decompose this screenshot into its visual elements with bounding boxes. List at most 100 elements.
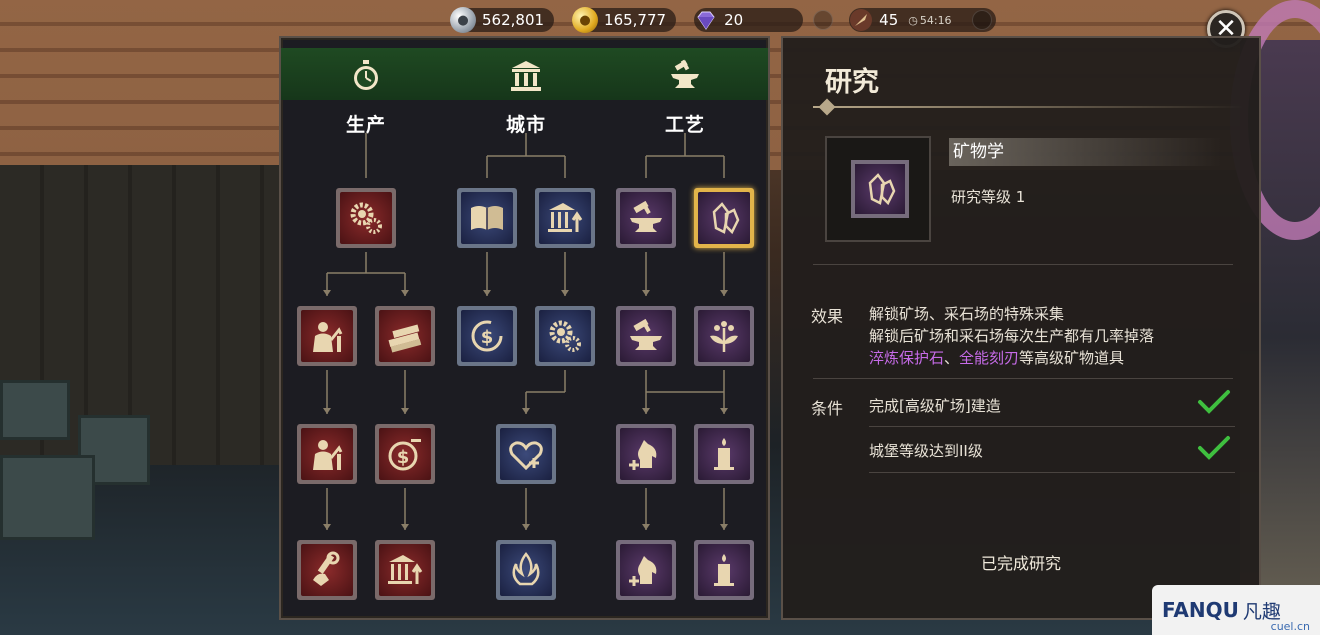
clock-icon: ◷ bbox=[908, 13, 918, 27]
watermark-logo: FANQU 凡趣 cuel.cn bbox=[1152, 585, 1320, 635]
check-icon bbox=[1198, 390, 1230, 414]
crystal-icon bbox=[868, 173, 896, 206]
gears-icon bbox=[350, 202, 382, 234]
flame-icon bbox=[512, 551, 540, 586]
candle-icon bbox=[714, 438, 734, 470]
building-upgrade-icon bbox=[548, 203, 583, 232]
worker-growth-icon bbox=[313, 440, 343, 470]
add-gem-icon[interactable] bbox=[813, 10, 834, 30]
research-node-book[interactable] bbox=[457, 188, 517, 248]
energy-timer: ◷ 54:16 bbox=[908, 14, 951, 27]
wrench-hand-icon bbox=[313, 551, 340, 586]
effect-item-1: 淬炼保护石 bbox=[869, 349, 945, 367]
gem-icon bbox=[697, 11, 715, 30]
research-node-mineralogy[interactable] bbox=[694, 188, 754, 248]
effect-description: 解锁矿场、采石场的特殊采集 解锁后矿场和采石场每次生产都有几率掉落 淬炼保护石、… bbox=[869, 303, 1239, 369]
effect-line-3-tail: 等高级矿物道具 bbox=[1019, 349, 1125, 367]
research-node-worker-growth[interactable] bbox=[297, 306, 357, 366]
panel-title: 研究 bbox=[825, 67, 879, 98]
watermark-domain: cuel.cn bbox=[1270, 620, 1310, 633]
research-name: 矿物学 bbox=[949, 138, 1221, 166]
effect-separator: 、 bbox=[944, 349, 960, 367]
category-label-production: 生产 bbox=[345, 114, 386, 136]
candle-icon bbox=[714, 554, 734, 586]
book-icon bbox=[471, 206, 503, 230]
research-node-herb[interactable] bbox=[694, 306, 754, 366]
research-node-heart[interactable] bbox=[496, 424, 556, 484]
silver-coin-icon: ● bbox=[450, 7, 476, 33]
svg-text:$: $ bbox=[481, 327, 494, 348]
research-node-coin-minus[interactable]: $ bbox=[375, 424, 435, 484]
research-node-knight[interactable] bbox=[616, 424, 676, 484]
category-craft[interactable]: 工艺 bbox=[640, 58, 730, 137]
research-level: 研究等级 1 bbox=[951, 188, 1026, 206]
add-energy-icon[interactable] bbox=[971, 10, 992, 30]
research-node-flame[interactable] bbox=[496, 540, 556, 600]
effect-line-3: 淬炼保护石、全能刻刃等高级矿物道具 bbox=[869, 347, 1239, 369]
background-crate bbox=[0, 380, 70, 440]
herb-icon bbox=[710, 321, 738, 352]
anvil-icon bbox=[671, 59, 699, 88]
research-node-candle-2[interactable] bbox=[694, 540, 754, 600]
effect-line-2: 解锁后矿场和采石场每次生产都有几率掉落 bbox=[869, 327, 1155, 345]
research-node-building-up[interactable] bbox=[375, 540, 435, 600]
divider bbox=[813, 264, 1233, 265]
research-status: 已完成研究 bbox=[980, 554, 1061, 573]
research-node-timber[interactable] bbox=[375, 306, 435, 366]
quill-icon bbox=[850, 9, 873, 31]
research-icon-frame bbox=[825, 136, 931, 242]
effect-line-1: 解锁矿场、采石场的特殊采集 bbox=[869, 305, 1065, 323]
research-node-candle[interactable] bbox=[694, 424, 754, 484]
energy-value: 45 bbox=[879, 11, 899, 29]
building-upgrade-icon bbox=[388, 555, 423, 584]
timer-value: 54:16 bbox=[919, 13, 952, 27]
research-node-city-gears[interactable] bbox=[535, 306, 595, 366]
research-node-knight-2[interactable] bbox=[616, 540, 676, 600]
crystal-icon bbox=[712, 202, 740, 235]
gem-counter[interactable]: 20 bbox=[694, 8, 804, 32]
divider bbox=[869, 426, 1235, 427]
background-crate bbox=[0, 455, 95, 540]
research-node-coin-cycle[interactable]: $ bbox=[457, 306, 517, 366]
research-node-worker-growth-2[interactable] bbox=[297, 424, 357, 484]
coin-minus-icon: $ bbox=[388, 439, 421, 471]
category-city[interactable]: 城市 bbox=[481, 58, 571, 137]
research-tree-panel: 生产 城市 工艺 $ $ bbox=[279, 36, 770, 620]
gold-coin-icon: ● bbox=[572, 7, 599, 33]
silver-counter[interactable]: ● 562,801 bbox=[450, 7, 555, 33]
check-icon bbox=[1198, 436, 1230, 460]
divider bbox=[869, 472, 1235, 473]
anvil-icon bbox=[630, 200, 662, 232]
title-ornament-icon bbox=[818, 98, 836, 116]
knight-plus-icon bbox=[629, 440, 657, 470]
research-node-anvil-2[interactable] bbox=[616, 306, 676, 366]
research-node-gears[interactable] bbox=[336, 188, 396, 248]
silver-value: 562,801 bbox=[482, 11, 545, 29]
svg-text:$: $ bbox=[397, 447, 410, 468]
effect-item-2: 全能刻刃 bbox=[959, 349, 1020, 367]
category-production[interactable]: 生产 bbox=[321, 58, 411, 137]
building-columns-icon bbox=[511, 61, 541, 91]
anvil-icon bbox=[630, 318, 662, 350]
research-icon-box bbox=[851, 160, 909, 218]
gold-value: 165,777 bbox=[604, 11, 667, 29]
gold-counter[interactable]: ● 165,777 bbox=[572, 7, 677, 33]
research-detail-panel: 研究 矿物学 研究等级 1 效果 解锁矿场、采石场的特殊采集 解锁后矿场和采石场… bbox=[781, 36, 1261, 620]
condition-label: 条件 bbox=[811, 399, 844, 418]
divider bbox=[813, 378, 1233, 379]
effect-label: 效果 bbox=[811, 307, 844, 326]
energy-counter[interactable]: 45 ◷ 54:16 bbox=[849, 8, 996, 32]
condition-1: 完成[高级矿场]建造 bbox=[869, 397, 1001, 415]
timber-icon bbox=[388, 324, 422, 353]
heart-plus-icon bbox=[509, 441, 543, 471]
research-node-anvil[interactable] bbox=[616, 188, 676, 248]
knight-plus-icon bbox=[629, 556, 657, 586]
category-label-city: 城市 bbox=[505, 114, 546, 136]
title-divider bbox=[813, 106, 1243, 108]
gears-icon bbox=[549, 320, 581, 352]
research-node-tool[interactable] bbox=[297, 540, 357, 600]
gem-value: 20 bbox=[724, 11, 744, 29]
research-node-city-upgrade[interactable] bbox=[535, 188, 595, 248]
worker-growth-icon bbox=[313, 322, 343, 352]
category-label-craft: 工艺 bbox=[664, 114, 705, 136]
